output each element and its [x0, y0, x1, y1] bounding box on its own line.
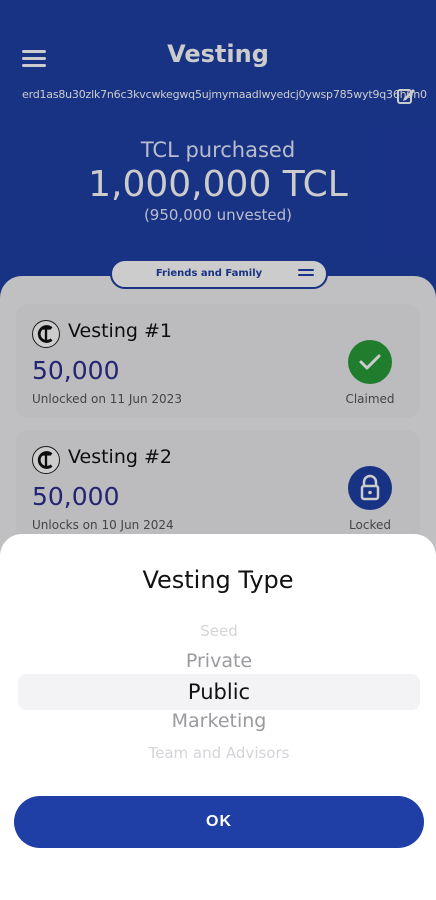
picker-option-team-and-advisors[interactable]: Team and Advisors — [18, 744, 420, 762]
picker-option-private[interactable]: Private — [18, 650, 420, 672]
vesting-type-sheet: Vesting Type Seed Private Public Marketi… — [0, 534, 436, 900]
picker-option-public[interactable]: Public — [18, 680, 420, 704]
ok-button[interactable]: OK — [14, 796, 424, 848]
sheet-title: Vesting Type — [142, 566, 294, 594]
picker-option-seed[interactable]: Seed — [18, 622, 420, 640]
vesting-type-picker[interactable]: Seed Private Public Marketing Team and A… — [18, 616, 420, 776]
ok-button-label: OK — [206, 813, 232, 830]
picker-option-marketing[interactable]: Marketing — [18, 710, 420, 732]
